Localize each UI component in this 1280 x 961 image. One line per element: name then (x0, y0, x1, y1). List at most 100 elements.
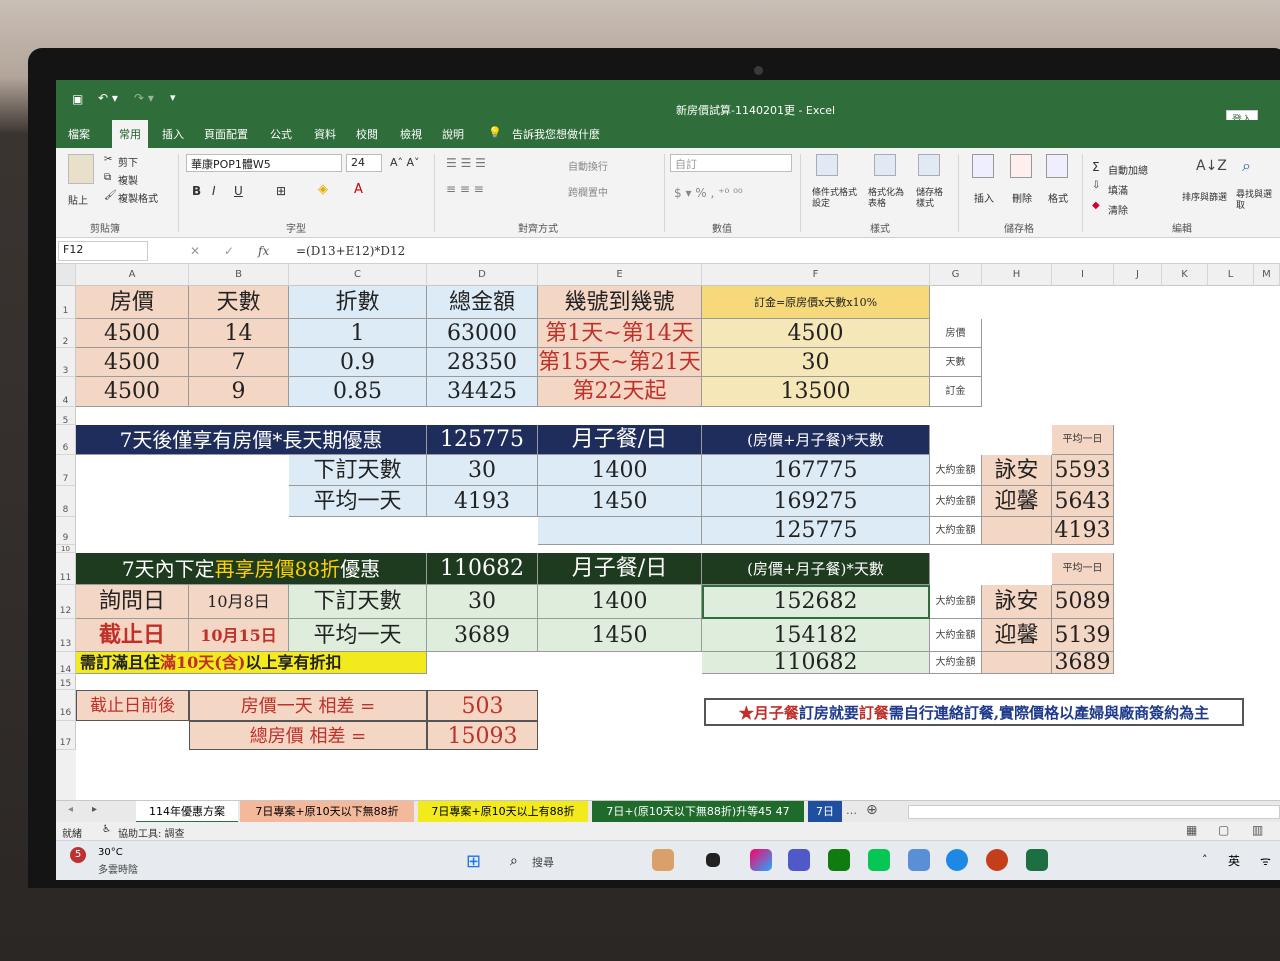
tray-chevron-icon[interactable]: ˄ (1202, 853, 1208, 866)
cell-g3[interactable]: 天數 (930, 348, 982, 377)
customize-qat-icon[interactable]: ▾ (170, 91, 176, 104)
merge-center-button[interactable]: 跨欄置中 (568, 184, 608, 199)
borders-icon[interactable]: ⊞ (276, 184, 286, 198)
cell-i6[interactable]: 平均一日 (1052, 425, 1114, 455)
cell-e3[interactable]: 第15天~第21天 (538, 348, 702, 377)
cell-f12-selected[interactable]: 152682 (702, 585, 930, 619)
cell-d2[interactable]: 63000 (427, 319, 538, 348)
teams-icon[interactable] (788, 849, 810, 871)
insert-cells-button[interactable]: 插入 (974, 190, 994, 205)
search-icon[interactable]: ⌕ (510, 853, 518, 869)
cell-e13[interactable]: 1450 (538, 619, 702, 652)
cell-f6[interactable]: (房價+月子餐)*天數 (702, 425, 930, 455)
wrap-text-button[interactable]: 自動換行 (568, 158, 608, 173)
row-header-10[interactable]: 10 (56, 545, 76, 553)
column-header-l[interactable]: L (1208, 264, 1254, 286)
cell-i10[interactable]: 平均一日 (1052, 553, 1114, 585)
column-header-g[interactable]: G (930, 264, 982, 286)
format-cells-icon[interactable] (1046, 154, 1068, 178)
more-sheets-icon[interactable]: … (846, 804, 857, 817)
cell-a2[interactable]: 4500 (76, 319, 189, 348)
tell-me-search[interactable]: 告訴我您想做什麼 (512, 126, 600, 142)
cell-a4[interactable]: 4500 (76, 377, 189, 407)
column-header-f[interactable]: F (702, 264, 930, 286)
grow-font-icon[interactable]: A˄ A˅ (390, 156, 420, 169)
autosum-button[interactable]: 自動加總 (1108, 162, 1148, 177)
sheet-tab-5[interactable]: 7日 (808, 801, 842, 823)
cell-f7[interactable]: 167775 (702, 455, 930, 486)
cancel-icon[interactable]: ✕ (190, 244, 200, 258)
cell-d17[interactable]: 15093 (427, 721, 538, 750)
fill-color-icon[interactable]: ◈ (318, 182, 328, 197)
row-header-12[interactable]: 12 (56, 585, 76, 619)
row-header-14[interactable]: 14 (56, 652, 76, 675)
cell-a12[interactable]: 詢問日 (76, 585, 189, 619)
cell-f3[interactable]: 30 (702, 348, 930, 377)
row-header-2[interactable]: 2 (56, 319, 76, 348)
row-header-11[interactable]: 11 (56, 553, 76, 585)
save-icon[interactable]: ▣ (72, 92, 83, 106)
sheet-tab-1[interactable]: 114年優惠方案 (136, 801, 238, 823)
cell-b2[interactable]: 14 (189, 319, 289, 348)
normal-view-icon[interactable]: ▦ (1186, 823, 1197, 837)
currency-icon[interactable]: $ ▾ % , ⁺⁰ ⁰⁰ (674, 186, 743, 200)
align-top-icon[interactable]: ☰ ☰ ☰ (446, 156, 486, 170)
tab-review[interactable]: 校閱 (356, 126, 378, 142)
sheet-tab-3[interactable]: 7日專案+原10天以上有88折 (418, 801, 588, 823)
column-header-b[interactable]: B (189, 264, 289, 286)
conditional-format-icon[interactable] (816, 154, 838, 176)
tab-page-layout[interactable]: 頁面配置 (204, 126, 248, 142)
clear-button[interactable]: 清除 (1108, 202, 1128, 217)
sheet-tab-2[interactable]: 7日專案+原10天以下無88折 (240, 801, 414, 823)
cell-c8[interactable]: 平均一天 (289, 486, 427, 517)
select-all-corner[interactable] (56, 264, 76, 286)
cell-styles-button[interactable]: 儲存格樣式 (916, 188, 950, 210)
cell-f11[interactable]: (房價+月子餐)*天數 (702, 553, 930, 585)
cell-a6-banner[interactable]: 7天後僅享有房價*長天期優惠 (76, 425, 427, 455)
cell-c1[interactable]: 折數 (289, 286, 427, 319)
align-left-icon[interactable]: ≡ ≡ ≡ (446, 182, 484, 196)
cell-f8[interactable]: 169275 (702, 486, 930, 517)
cell-e7[interactable]: 1400 (538, 455, 702, 486)
font-color-icon[interactable]: A (354, 182, 363, 197)
cell-h13[interactable]: 迎馨 (982, 619, 1052, 652)
paste-button[interactable]: 貼上 (68, 192, 88, 207)
clear-icon[interactable]: ◆ (1092, 200, 1100, 211)
sheet-tab-4[interactable]: 7日+(原10天以下無88折)升等45 47 (592, 801, 804, 823)
cell-e2[interactable]: 第1天~第14天 (538, 319, 702, 348)
cell-d4[interactable]: 34425 (427, 377, 538, 407)
cell-d8[interactable]: 4193 (427, 486, 538, 517)
column-header-i[interactable]: I (1052, 264, 1114, 286)
cell-i9[interactable]: 4193 (1052, 517, 1114, 545)
cell-a14-note[interactable]: 需訂滿且住滿10天(含)以上享有折扣 (76, 652, 427, 674)
cell-d3[interactable]: 28350 (427, 348, 538, 377)
cell-f13[interactable]: 154182 (702, 619, 930, 652)
tab-help[interactable]: 說明 (442, 126, 464, 142)
cell-e12[interactable]: 1400 (538, 585, 702, 619)
cell-d7[interactable]: 30 (427, 455, 538, 486)
undo-icon[interactable]: ↶ ▾ (98, 91, 118, 105)
enter-icon[interactable]: ✓ (224, 244, 234, 258)
cell-d16[interactable]: 503 (427, 690, 538, 721)
row-header-13[interactable]: 13 (56, 619, 76, 652)
cell-e6[interactable]: 月子餐/日 (538, 425, 702, 455)
cell-g4[interactable]: 訂金 (930, 377, 982, 407)
row-header-17[interactable]: 17 (56, 721, 76, 750)
row-header-5[interactable]: 5 (56, 407, 76, 426)
cell-e8[interactable]: 1450 (538, 486, 702, 517)
tab-file[interactable]: 檔案 (68, 126, 90, 142)
fx-icon[interactable]: fx (258, 244, 269, 258)
cell-g12[interactable]: 大約金額 (930, 585, 982, 619)
cell-a3[interactable]: 4500 (76, 348, 189, 377)
cell-a11-banner[interactable]: 7天內下定再享房價88折優惠 (76, 553, 427, 585)
cell-h12[interactable]: 詠安 (982, 585, 1052, 619)
fill-button[interactable]: 填滿 (1108, 182, 1128, 197)
cell-a16[interactable]: 截止日前後 (76, 690, 189, 721)
cell-h7[interactable]: 詠安 (982, 455, 1052, 486)
cell-b3[interactable]: 7 (189, 348, 289, 377)
cell-h9[interactable] (982, 517, 1052, 545)
cell-c4[interactable]: 0.85 (289, 377, 427, 407)
column-header-e[interactable]: E (538, 264, 702, 286)
wifi-icon[interactable]: ᯤ (1260, 852, 1271, 869)
row-header-7[interactable]: 7 (56, 455, 76, 486)
